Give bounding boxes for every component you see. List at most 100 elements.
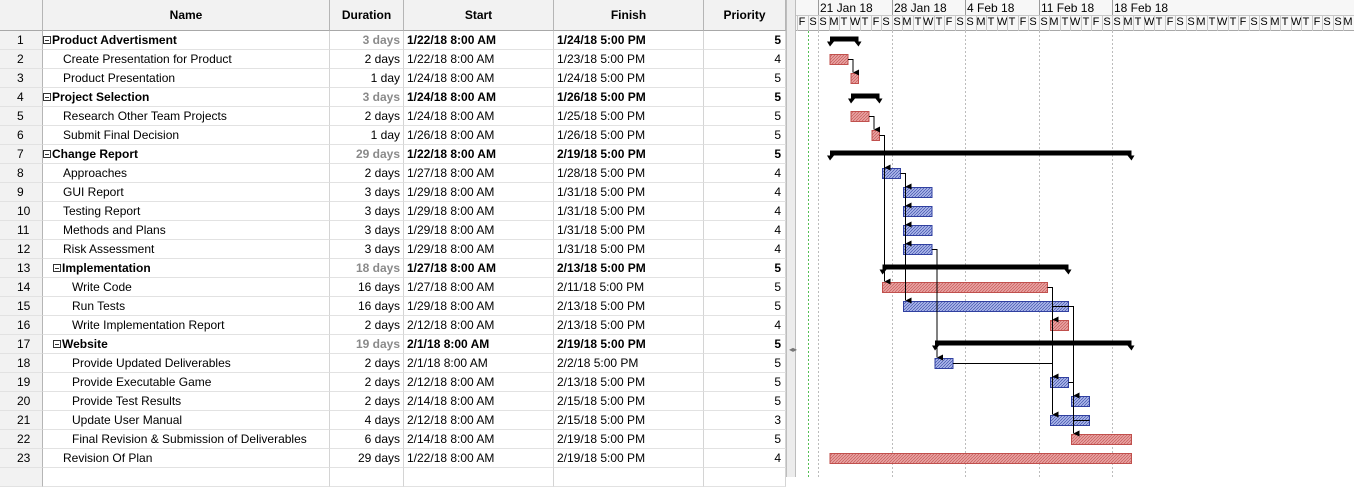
task-start[interactable]: 2/12/18 8:00 AM: [404, 411, 554, 430]
task-duration[interactable]: 2 days: [330, 50, 404, 69]
task-start[interactable]: 1/27/18 8:00 AM: [404, 259, 554, 278]
task-start[interactable]: 1/24/18 8:00 AM: [404, 107, 554, 126]
summary-bar-cap[interactable]: [854, 41, 862, 47]
table-row[interactable]: 8 Approaches 2 days 1/27/18 8:00 AM 1/28/18 …: [0, 164, 786, 183]
table-row[interactable]: 2 Create Presentation for Product 2 days 1/…: [0, 50, 786, 69]
task-priority[interactable]: 4: [704, 316, 786, 335]
task-start[interactable]: 1/24/18 8:00 AM: [404, 69, 554, 88]
task-duration[interactable]: 3 days: [330, 240, 404, 259]
task-name-cell[interactable]: Product Presentation: [43, 69, 330, 88]
task-duration[interactable]: 3 days: [330, 183, 404, 202]
priority-column-header[interactable]: Priority: [704, 0, 786, 31]
task-bar[interactable]: [903, 301, 1069, 312]
summary-bar-cap[interactable]: [1064, 269, 1072, 275]
summary-bar-cap[interactable]: [1127, 345, 1135, 351]
task-finish[interactable]: 2/13/18 5:00 PM: [554, 373, 704, 392]
task-bar[interactable]: [850, 111, 870, 122]
summary-bar[interactable]: [830, 36, 859, 42]
task-duration[interactable]: 1 day: [330, 126, 404, 145]
task-start[interactable]: 2/1/18 8:00 AM: [404, 354, 554, 373]
task-finish[interactable]: 2/13/18 5:00 PM: [554, 316, 704, 335]
task-finish[interactable]: 2/13/18 5:00 PM: [554, 297, 704, 316]
task-start[interactable]: 1/24/18 8:00 AM: [404, 88, 554, 107]
row-number[interactable]: 13: [0, 259, 43, 278]
task-start[interactable]: 1/29/18 8:00 AM: [404, 202, 554, 221]
task-bar[interactable]: [850, 73, 859, 84]
task-priority[interactable]: 4: [704, 202, 786, 221]
name-column-header[interactable]: Name: [43, 0, 330, 31]
table-row[interactable]: 14 Write Code 16 days 1/27/18 8:00 AM 2/11/1…: [0, 278, 786, 297]
summary-bar-cap[interactable]: [1127, 155, 1135, 161]
task-name-cell[interactable]: Approaches: [43, 164, 330, 183]
row-number-header[interactable]: [0, 0, 43, 31]
task-start[interactable]: 1/22/18 8:00 AM: [404, 145, 554, 164]
task-bar[interactable]: [1071, 396, 1090, 407]
task-start[interactable]: 1/27/18 8:00 AM: [404, 278, 554, 297]
row-number[interactable]: 20: [0, 392, 43, 411]
task-start[interactable]: 1/27/18 8:00 AM: [404, 164, 554, 183]
task-priority[interactable]: 5: [704, 126, 786, 145]
table-row[interactable]: 19 Provide Executable Game 2 days 2/12/18 8…: [0, 373, 786, 392]
summary-bar-cap[interactable]: [932, 345, 939, 351]
table-row[interactable]: 12 Risk Assessment 3 days 1/29/18 8:00 AM 1/…: [0, 240, 786, 259]
task-name-cell[interactable]: Write Code: [43, 278, 330, 297]
task-name-cell[interactable]: Implementation: [43, 259, 330, 278]
task-duration[interactable]: 2 days: [330, 316, 404, 335]
task-priority[interactable]: 5: [704, 88, 786, 107]
summary-bar[interactable]: [882, 264, 1069, 270]
task-bar[interactable]: [903, 244, 933, 255]
row-number[interactable]: 5: [0, 107, 43, 126]
row-number[interactable]: 11: [0, 221, 43, 240]
start-column-header[interactable]: Start: [404, 0, 554, 31]
task-name-cell[interactable]: Change Report: [43, 145, 330, 164]
task-priority[interactable]: 5: [704, 354, 786, 373]
task-bar[interactable]: [882, 282, 1048, 293]
task-start[interactable]: 1/29/18 8:00 AM: [404, 297, 554, 316]
task-priority[interactable]: 5: [704, 392, 786, 411]
row-number[interactable]: 10: [0, 202, 43, 221]
task-name-cell[interactable]: Testing Report: [43, 202, 330, 221]
task-priority[interactable]: 5: [704, 107, 786, 126]
pane-splitter[interactable]: ◂▸: [786, 0, 797, 477]
task-start[interactable]: 1/22/18 8:00 AM: [404, 31, 554, 50]
task-priority[interactable]: 4: [704, 164, 786, 183]
collapse-toggle-icon[interactable]: [53, 263, 61, 272]
table-row[interactable]: 1 Product Advertisment 3 days 1/22/18 8:00 …: [0, 31, 786, 50]
task-bar[interactable]: [871, 130, 880, 141]
summary-bar[interactable]: [935, 340, 1132, 346]
collapse-toggle-icon[interactable]: [43, 149, 51, 158]
table-row[interactable]: 22 Final Revision & Submission of Deliver…: [0, 430, 786, 449]
task-priority[interactable]: 5: [704, 335, 786, 354]
table-row[interactable]: 9 GUI Report 3 days 1/29/18 8:00 AM 1/31/18 …: [0, 183, 786, 202]
task-finish[interactable]: 1/31/18 5:00 PM: [554, 202, 704, 221]
row-number[interactable]: 4: [0, 88, 43, 107]
task-duration[interactable]: 29 days: [330, 145, 404, 164]
row-number[interactable]: 12: [0, 240, 43, 259]
task-duration[interactable]: 2 days: [330, 373, 404, 392]
task-name-cell[interactable]: Provide Test Results: [43, 392, 330, 411]
task-finish[interactable]: 1/28/18 5:00 PM: [554, 164, 704, 183]
table-row[interactable]: 7 Change Report 29 days 1/22/18 8:00 AM 2/19…: [0, 145, 786, 164]
task-name-cell[interactable]: Research Other Team Projects: [43, 107, 330, 126]
task-duration[interactable]: 1 day: [330, 69, 404, 88]
task-name-cell[interactable]: Project Selection: [43, 88, 330, 107]
task-finish[interactable]: 2/15/18 5:00 PM: [554, 411, 704, 430]
task-duration[interactable]: 3 days: [330, 202, 404, 221]
task-priority[interactable]: 4: [704, 183, 786, 202]
task-bar[interactable]: [903, 225, 933, 236]
task-start[interactable]: 1/22/18 8:00 AM: [404, 449, 554, 468]
task-duration[interactable]: 18 days: [330, 259, 404, 278]
task-bar[interactable]: [903, 187, 933, 198]
task-priority[interactable]: 5: [704, 278, 786, 297]
row-number[interactable]: 14: [0, 278, 43, 297]
collapse-toggle-icon[interactable]: [43, 35, 51, 44]
row-number[interactable]: 23: [0, 449, 43, 468]
task-name-cell[interactable]: Provide Updated Deliverables: [43, 354, 330, 373]
task-duration[interactable]: 16 days: [330, 297, 404, 316]
row-number[interactable]: 16: [0, 316, 43, 335]
task-duration[interactable]: 16 days: [330, 278, 404, 297]
task-bar[interactable]: [903, 206, 933, 217]
summary-bar[interactable]: [830, 150, 1132, 156]
task-start[interactable]: 1/26/18 8:00 AM: [404, 126, 554, 145]
row-number[interactable]: 2: [0, 50, 43, 69]
